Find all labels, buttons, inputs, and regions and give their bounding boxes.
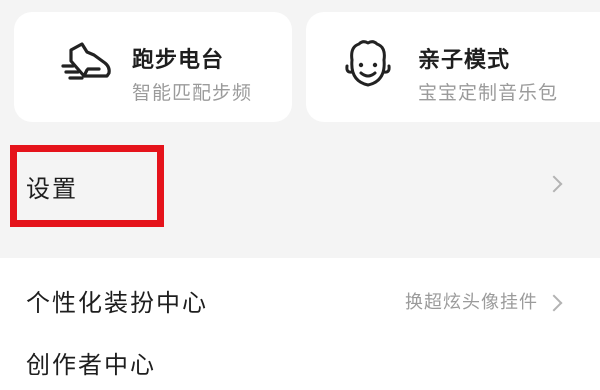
creator-center-item[interactable]: 创作者中心 [0,328,600,388]
highlight-box [10,145,164,227]
family-mode-subtitle: 宝宝定制音乐包 [418,82,559,104]
running-radio-subtitle: 智能匹配步频 [132,82,253,104]
running-radio-card[interactable]: 跑步电台 智能匹配步频 [14,12,292,122]
personalization-center-label: 个性化装扮中心 [26,289,208,317]
chevron-right-icon [545,294,563,312]
menu-list: 个性化装扮中心 换超炫头像挂件 创作者中心 [0,258,600,390]
child-face-icon [345,40,391,87]
creator-center-label: 创作者中心 [26,351,156,379]
running-radio-title: 跑步电台 [132,48,225,73]
family-mode-title: 亲子模式 [418,48,511,73]
personalization-center-item[interactable]: 个性化装扮中心 换超炫头像挂件 [0,266,600,326]
personalization-center-hint: 换超炫头像挂件 [405,292,538,313]
family-mode-card[interactable]: 亲子模式 宝宝定制音乐包 [306,12,600,122]
running-shoe-icon [61,42,111,80]
